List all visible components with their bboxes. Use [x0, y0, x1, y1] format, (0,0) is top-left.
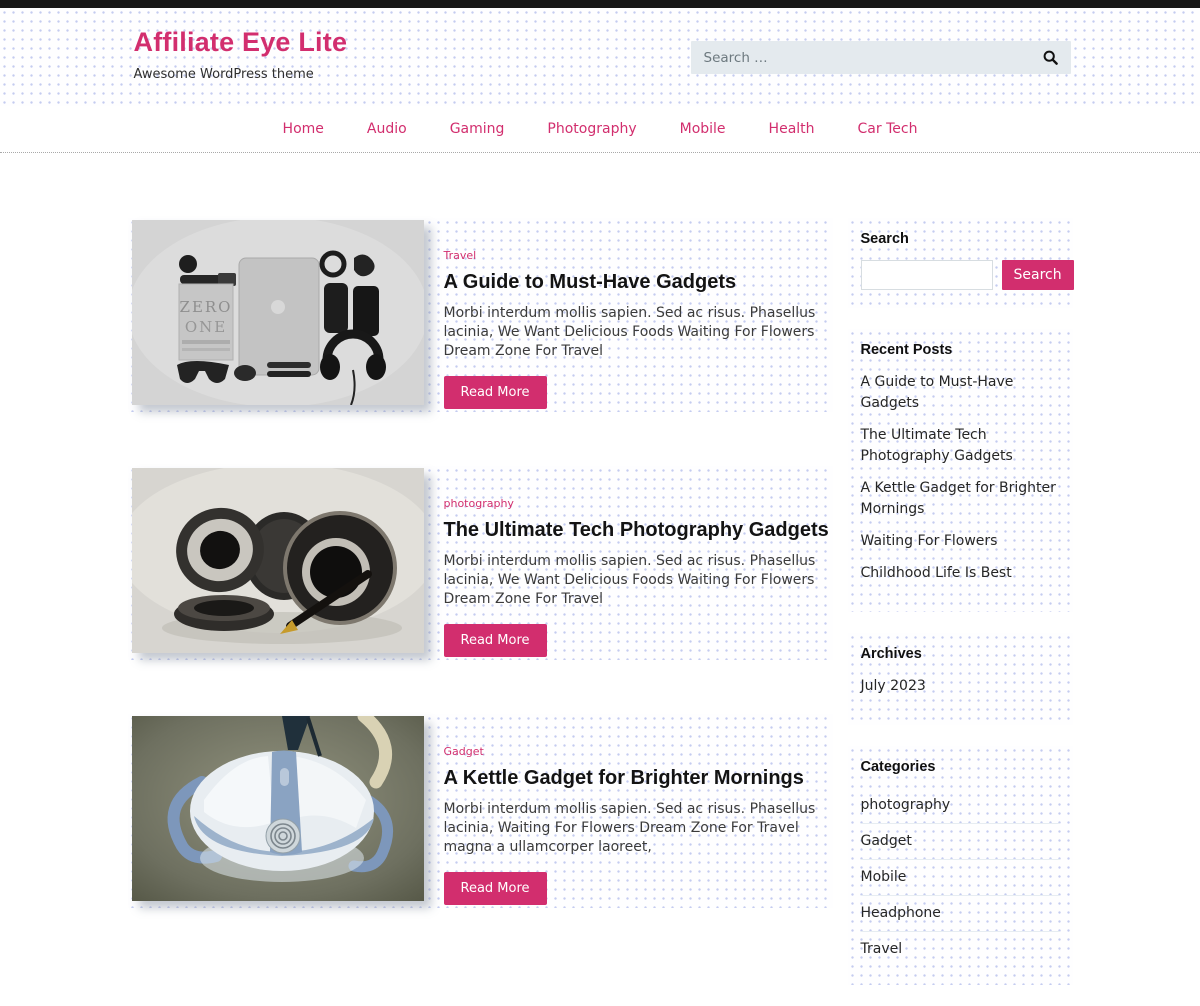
recent-post-link[interactable]: A Guide to Must-Have Gadgets: [861, 374, 1014, 411]
recent-post-item: Waiting For Flowers: [861, 530, 1060, 551]
category-link[interactable]: Headphone: [861, 905, 941, 921]
post-category-link[interactable]: Travel: [444, 249, 477, 262]
nav-item-photography[interactable]: Photography: [547, 121, 636, 137]
post-category-link[interactable]: photography: [444, 497, 514, 510]
read-more-button[interactable]: Read More: [444, 872, 547, 905]
widget-archives: Archives July 2023: [848, 633, 1073, 725]
recent-post-link[interactable]: Childhood Life Is Best: [861, 565, 1012, 581]
post-card: ZERO ONE: [128, 218, 833, 412]
nav-item-home[interactable]: Home: [283, 121, 324, 137]
post-excerpt: Morbi interdum mollis sapien. Sed ac ris…: [444, 552, 826, 609]
category-item: Mobile: [861, 860, 1060, 896]
recent-post-link[interactable]: Waiting For Flowers: [861, 533, 998, 549]
post-category-link[interactable]: Gadget: [444, 745, 484, 758]
recent-post-item: Childhood Life Is Best: [861, 562, 1060, 583]
recent-post-item: A Kettle Gadget for Brighter Mornings: [861, 477, 1060, 519]
magazine-text-line2: ONE: [184, 318, 226, 336]
widget-archives-title: Archives: [861, 646, 1060, 662]
header-search-button[interactable]: [1039, 50, 1071, 65]
category-link[interactable]: Gadget: [861, 833, 912, 849]
header-search-input[interactable]: [691, 50, 1039, 66]
archive-link[interactable]: July 2023: [861, 678, 926, 694]
read-more-button[interactable]: Read More: [444, 624, 547, 657]
post-title[interactable]: A Guide to Must-Have Gadgets: [444, 271, 833, 294]
top-black-bar: [0, 0, 1200, 8]
widget-search-title: Search: [861, 231, 1060, 247]
main-nav: Home Audio Gaming Photography Mobile Hea…: [0, 106, 1200, 153]
widget-search: Search Search: [848, 218, 1073, 308]
post-title[interactable]: A Kettle Gadget for Brighter Mornings: [444, 767, 833, 790]
recent-post-link[interactable]: A Kettle Gadget for Brighter Mornings: [861, 480, 1056, 517]
post-body: Gadget A Kettle Gadget for Brighter Morn…: [424, 716, 833, 905]
widget-recent-posts-title: Recent Posts: [861, 342, 1060, 358]
category-item: photography: [861, 788, 1060, 824]
post-excerpt: Morbi interdum mollis sapien. Sed ac ris…: [444, 800, 826, 857]
nav-item-health[interactable]: Health: [769, 121, 815, 137]
header-search-form: [691, 41, 1071, 74]
site-header: Affiliate Eye Lite Awesome WordPress the…: [0, 8, 1200, 106]
post-body: Travel A Guide to Must-Have Gadgets Morb…: [424, 220, 833, 409]
recent-post-link[interactable]: The Ultimate Tech Photography Gadgets: [861, 427, 1013, 464]
nav-item-audio[interactable]: Audio: [367, 121, 407, 137]
sidebar-search-button[interactable]: Search: [1002, 260, 1074, 290]
category-item: Travel: [861, 932, 1060, 967]
post-excerpt: Morbi interdum mollis sapien. Sed ac ris…: [444, 304, 826, 361]
category-link[interactable]: Travel: [861, 941, 903, 957]
post-card: photography The Ultimate Tech Photograph…: [128, 466, 833, 660]
post-card: Gadget A Kettle Gadget for Brighter Morn…: [128, 714, 833, 908]
post-title[interactable]: The Ultimate Tech Photography Gadgets: [444, 519, 833, 542]
category-item: Gadget: [861, 824, 1060, 860]
archive-item: July 2023: [861, 675, 1060, 696]
search-icon: [1043, 50, 1058, 65]
post-thumbnail-gadgets-flatlay[interactable]: ZERO ONE: [132, 220, 424, 405]
page: Affiliate Eye Lite Awesome WordPress the…: [0, 0, 1200, 1006]
nav-item-car-tech[interactable]: Car Tech: [858, 121, 918, 137]
post-thumbnail-kettle[interactable]: [132, 716, 424, 901]
category-item: Headphone: [861, 896, 1060, 932]
widget-recent-posts: Recent Posts A Guide to Must-Have Gadget…: [848, 329, 1073, 612]
widget-categories: Categories photography Gadget Mobile Hea…: [848, 746, 1073, 985]
magazine-text-line1: ZERO: [179, 298, 232, 316]
posts-column: ZERO ONE: [128, 218, 833, 962]
sidebar-search-input[interactable]: [861, 260, 993, 290]
post-body: photography The Ultimate Tech Photograph…: [424, 468, 833, 657]
sidebar: Search Search Recent Posts A Guide to Mu…: [848, 218, 1073, 1006]
recent-post-item: The Ultimate Tech Photography Gadgets: [861, 424, 1060, 466]
recent-post-item: A Guide to Must-Have Gadgets: [861, 371, 1060, 413]
nav-item-mobile[interactable]: Mobile: [680, 121, 726, 137]
read-more-button[interactable]: Read More: [444, 376, 547, 409]
nav-item-gaming[interactable]: Gaming: [450, 121, 505, 137]
widget-categories-title: Categories: [861, 759, 1060, 775]
post-thumbnail-lens-tubes[interactable]: [132, 468, 424, 653]
category-link[interactable]: Mobile: [861, 869, 907, 885]
category-link[interactable]: photography: [861, 797, 951, 813]
